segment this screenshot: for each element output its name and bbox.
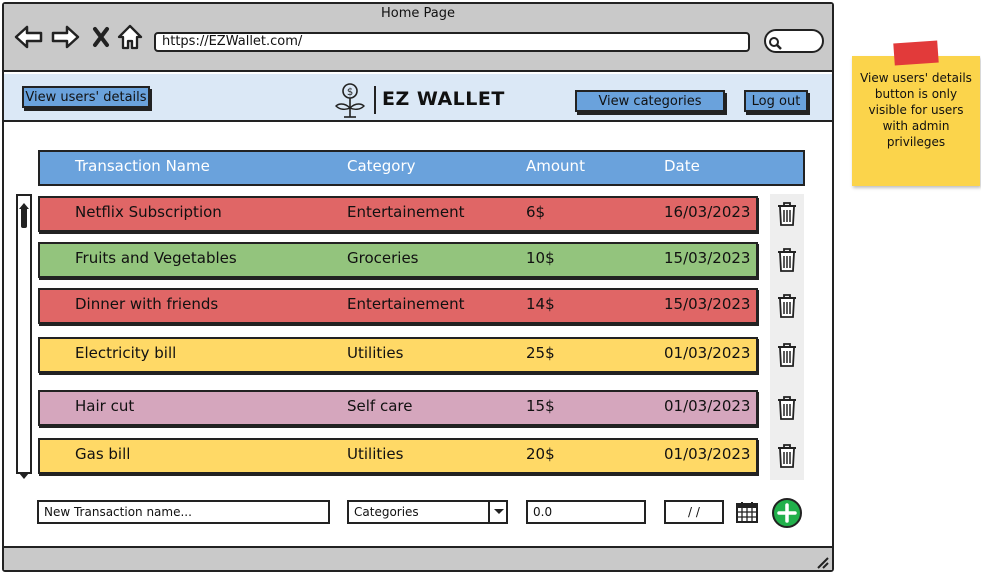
forward-icon[interactable]: [50, 22, 80, 52]
scroll-down-icon[interactable]: [18, 465, 30, 479]
logout-button[interactable]: Log out: [744, 90, 808, 112]
column-header-category: Category: [347, 157, 416, 175]
cell-name: Dinner with friends: [75, 295, 219, 313]
trash-icon[interactable]: [776, 395, 798, 421]
cell-name: Netflix Subscription: [75, 203, 222, 221]
cell-category: Self care: [347, 397, 413, 415]
browser-statusbar: [4, 546, 832, 570]
cell-date: 01/03/2023: [664, 445, 751, 463]
cell-name: Fruits and Vegetables: [75, 249, 237, 267]
cell-amount: 14$: [526, 295, 555, 313]
calendar-icon[interactable]: [735, 500, 759, 524]
column-header-amount: Amount: [526, 157, 585, 175]
category-select-value: Categories: [354, 505, 419, 519]
column-header-name: Transaction Name: [75, 157, 210, 175]
sticky-note: View users' details button is only visib…: [852, 56, 980, 186]
back-icon[interactable]: [14, 22, 44, 52]
table-scrollbar[interactable]: [16, 194, 32, 474]
cell-category: Entertainement: [347, 295, 465, 313]
close-icon[interactable]: [86, 22, 116, 52]
trash-icon[interactable]: [776, 201, 798, 227]
cell-amount: 20$: [526, 445, 555, 463]
trash-icon[interactable]: [776, 293, 798, 319]
cell-category: Utilities: [347, 344, 404, 362]
logo-text: EZ WALLET: [382, 88, 505, 110]
search-icon: [768, 35, 782, 50]
cell-date: 15/03/2023: [664, 249, 751, 267]
new-transaction-name-input[interactable]: New Transaction name...: [37, 500, 330, 524]
address-bar[interactable]: https://EZWallet.com/: [154, 32, 750, 52]
cell-category: Groceries: [347, 249, 419, 267]
cell-date: 16/03/2023: [664, 203, 751, 221]
cell-amount: 15$: [526, 397, 555, 415]
cell-name: Hair cut: [75, 397, 135, 415]
logo-plant-icon: $: [332, 82, 368, 118]
sticky-note-tape: [893, 40, 939, 66]
scrollbar-thumb[interactable]: [21, 206, 27, 228]
add-transaction-button[interactable]: [771, 497, 803, 529]
amount-input[interactable]: 0.0: [526, 500, 646, 524]
category-select[interactable]: Categories: [347, 500, 508, 524]
date-input[interactable]: / /: [664, 500, 724, 524]
view-categories-button[interactable]: View categories: [575, 90, 725, 112]
resize-grip-icon[interactable]: [814, 554, 830, 569]
cell-amount: 25$: [526, 344, 555, 362]
home-icon[interactable]: [115, 22, 145, 52]
trash-icon[interactable]: [776, 443, 798, 469]
trash-icon[interactable]: [776, 247, 798, 273]
cell-amount: 10$: [526, 249, 555, 267]
logo-divider: [374, 86, 376, 114]
cell-date: 15/03/2023: [664, 295, 751, 313]
delete-column: [770, 194, 804, 480]
cell-category: Entertainement: [347, 203, 465, 221]
cell-date: 01/03/2023: [664, 397, 751, 415]
scroll-up-icon[interactable]: [18, 195, 30, 209]
cell-name: Gas bill: [75, 445, 131, 463]
view-users-details-button[interactable]: View users' details: [22, 86, 150, 108]
cell-date: 01/03/2023: [664, 344, 751, 362]
trash-icon[interactable]: [776, 342, 798, 368]
window-title: Home Page: [381, 6, 455, 21]
cell-category: Utilities: [347, 445, 404, 463]
cell-amount: 6$: [526, 203, 546, 221]
cell-name: Electricity bill: [75, 344, 177, 362]
chevron-down-icon[interactable]: [488, 500, 508, 524]
svg-text:$: $: [347, 87, 353, 98]
column-header-date: Date: [664, 157, 700, 175]
plus-icon: [772, 498, 802, 528]
